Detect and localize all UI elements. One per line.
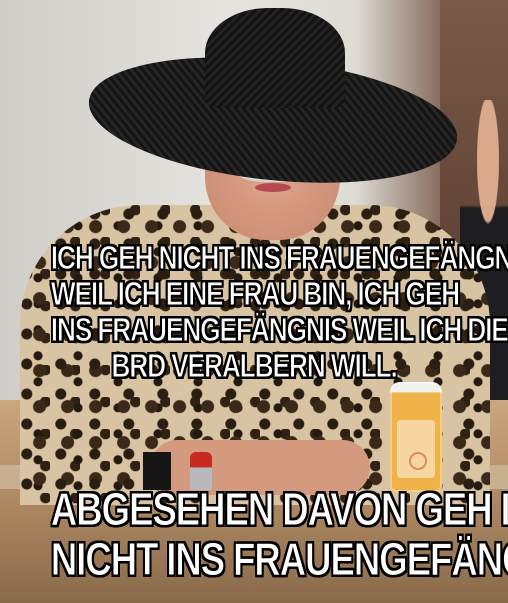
red-lips xyxy=(255,183,291,192)
top-caption-line: INS FRAUENGEFÄNGNIS WEIL ICH DIE xyxy=(50,311,508,348)
bottom-caption-line: NICHT INS FRAUENGEFÄNGNIS xyxy=(50,533,508,585)
top-caption: ICH GEH NICHT INS FRAUENGEFÄNGNIS WEIL I… xyxy=(50,239,508,384)
top-caption-line: WEIL ICH EINE FRAU BIN, ICH GEH xyxy=(50,275,460,312)
top-caption-line: BRD VERALBERN WILL. xyxy=(111,347,398,384)
top-caption-line: ICH GEH NICHT INS FRAUENGEFÄNGNIS xyxy=(50,239,508,276)
black-sun-hat-crown xyxy=(205,8,345,108)
bottom-caption-line: ABGESEHEN DAVON GEH ICH xyxy=(50,483,508,535)
smiley-face-icon xyxy=(409,452,427,470)
meme-image: ICH GEH NICHT INS FRAUENGEFÄNGNIS WEIL I… xyxy=(0,0,508,603)
bottom-caption: ABGESEHEN DAVON GEH ICH NICHT INS FRAUEN… xyxy=(50,483,508,585)
